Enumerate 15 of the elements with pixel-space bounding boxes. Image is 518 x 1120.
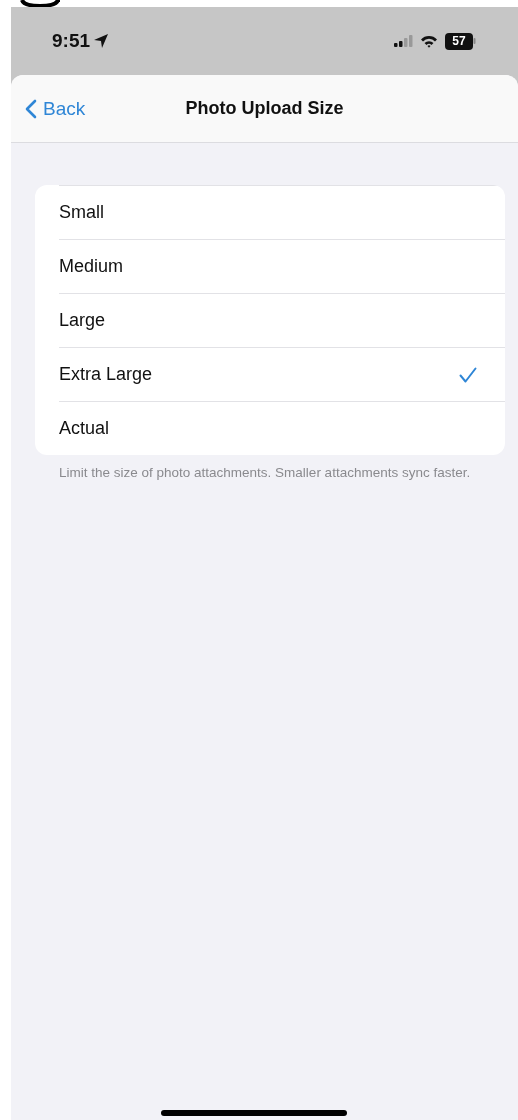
option-row[interactable]: Extra Large [59,347,505,401]
back-button[interactable]: Back [25,97,86,120]
battery-tip-icon [473,38,476,44]
time: 9:51 [52,30,91,52]
wifi-icon [420,34,438,48]
battery-level: 57 [445,32,473,50]
chevron-left-icon [25,98,37,119]
option-row[interactable]: Large [59,293,505,347]
footer-note: Limit the size of photo attachments. Smaller attachments sync faster. [59,464,472,482]
option-row[interactable]: Medium [59,239,505,293]
signal-icon [394,35,413,47]
location-arrow-icon [93,33,110,49]
option-row[interactable]: Actual [59,401,505,455]
page-title: Photo Upload Size [185,98,344,119]
option-row[interactable]: Small [59,185,505,239]
